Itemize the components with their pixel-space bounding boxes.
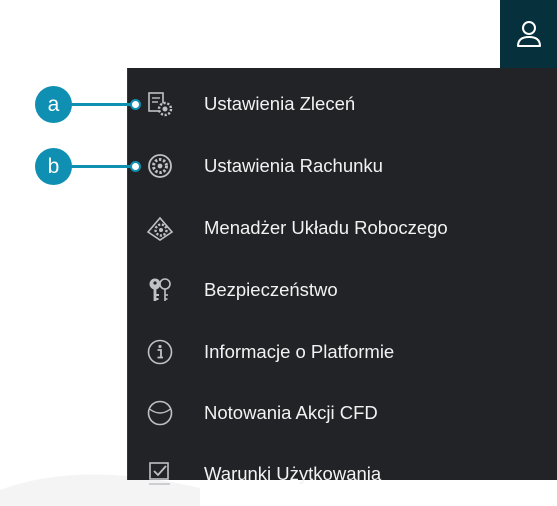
callout-b-dot	[130, 161, 141, 172]
menu-item-platform-info[interactable]: Informacje o Platformie	[128, 328, 557, 376]
menu-item-cfd-quotes[interactable]: Notowania Akcji CFD	[128, 389, 557, 437]
menu-item-label: Warunki Użytkowania	[204, 463, 382, 484]
callout-a-dot	[130, 99, 141, 110]
menu-item-account-settings[interactable]: Ustawienia Rachunku	[128, 142, 557, 190]
callout-a-line	[70, 103, 136, 106]
callout-a-badge: a	[35, 86, 72, 123]
user-icon	[516, 21, 541, 47]
menu-item-label: Menadżer Układu Roboczego	[204, 217, 448, 238]
menu-item-terms-of-use[interactable]: Warunki Użytkowania	[128, 450, 557, 498]
checkbox-icon	[146, 460, 174, 488]
menu-item-security[interactable]: Bezpieczeństwo	[128, 266, 557, 314]
keys-icon	[146, 276, 174, 304]
callout-b-line	[70, 165, 136, 168]
callout-b-label: b	[47, 154, 60, 178]
menu-item-order-settings[interactable]: Ustawienia Zleceń	[128, 80, 557, 128]
menu-item-label: Bezpieczeństwo	[204, 279, 338, 300]
callout-a-label: a	[47, 92, 60, 116]
user-dropdown-menu: Ustawienia Zleceń Ustawienia Rachunku Me…	[127, 68, 557, 485]
menu-item-label: Ustawienia Zleceń	[204, 93, 356, 114]
order-settings-icon	[146, 90, 174, 118]
globe-icon	[146, 399, 174, 427]
menu-item-label: Informacje o Platformie	[204, 341, 395, 362]
menu-item-label: Notowania Akcji CFD	[204, 402, 378, 423]
account-settings-icon	[146, 152, 174, 180]
menu-item-workspace-manager[interactable]: Menadżer Układu Roboczego	[128, 204, 557, 252]
menu-item-label: Ustawienia Rachunku	[204, 155, 383, 176]
workspace-manager-icon	[146, 214, 174, 242]
info-icon	[146, 338, 174, 366]
callout-b-badge: b	[35, 148, 72, 185]
user-account-button[interactable]	[500, 0, 557, 68]
